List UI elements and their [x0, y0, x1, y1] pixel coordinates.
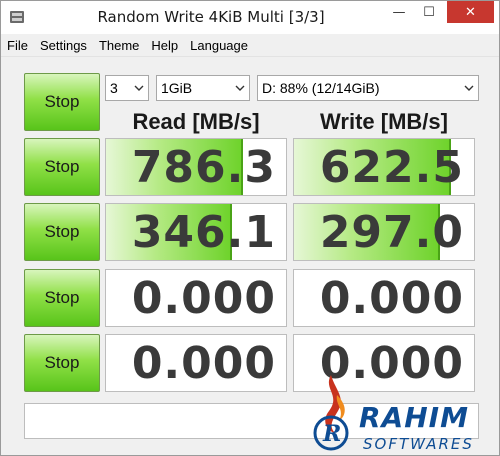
read-result-value: 0.000: [131, 273, 276, 324]
read-result-value: 0.000: [131, 338, 276, 389]
test-size-select[interactable]: 1GiB: [156, 75, 250, 101]
read-result-cell: 786.3: [105, 138, 287, 196]
write-result-cell: 622.5: [293, 138, 475, 196]
menu-file[interactable]: File: [7, 38, 28, 53]
maximize-button[interactable]: ☐: [414, 1, 444, 23]
write-result-value: 622.5: [319, 142, 464, 193]
menu-bar: File Settings Theme Help Language: [1, 35, 499, 57]
read-result-cell: 0.000: [105, 269, 287, 327]
stop-all-button[interactable]: Stop: [24, 73, 100, 131]
stop-button-seq128k[interactable]: Stop: [24, 203, 100, 261]
menu-settings[interactable]: Settings: [40, 38, 87, 53]
menu-theme[interactable]: Theme: [99, 38, 139, 53]
chevron-down-icon: [464, 85, 474, 91]
stop-button-rnd4k-q32[interactable]: Stop: [24, 269, 100, 327]
menu-help[interactable]: Help: [151, 38, 178, 53]
flame-r-icon: R: [313, 375, 349, 451]
stop-button-seq1m[interactable]: Stop: [24, 138, 100, 196]
chevron-down-icon: [134, 85, 144, 91]
drive-select[interactable]: D: 88% (12/14GiB): [257, 75, 479, 101]
menu-language[interactable]: Language: [190, 38, 248, 53]
stop-button-rnd4k[interactable]: Stop: [24, 334, 100, 392]
watermark-title: RAHIM: [359, 401, 469, 434]
window-title: Random Write 4KiB Multi [3/3]: [97, 8, 325, 26]
test-size-value: 1GiB: [161, 80, 193, 96]
read-result-value: 786.3: [131, 142, 276, 193]
read-column-header: Read [MB/s]: [132, 109, 260, 134]
read-result-cell: 346.1: [105, 203, 287, 261]
read-result-value: 346.1: [131, 207, 276, 258]
minimize-button[interactable]: —: [384, 1, 414, 23]
drive-value: D: 88% (12/14GiB): [262, 80, 380, 96]
svg-text:R: R: [322, 421, 341, 447]
close-button[interactable]: ✕: [447, 1, 494, 23]
chevron-down-icon: [235, 85, 245, 91]
watermark-logo: R RAHIM SOFTWARES: [301, 365, 500, 456]
write-column-header: Write [MB/s]: [320, 109, 448, 134]
write-result-cell: 0.000: [293, 269, 475, 327]
watermark-subtitle: SOFTWARES: [363, 435, 474, 453]
write-result-value: 297.0: [319, 207, 464, 258]
write-result-cell: 297.0: [293, 203, 475, 261]
test-count-select[interactable]: 3: [105, 75, 149, 101]
test-count-value: 3: [110, 80, 118, 96]
title-bar[interactable]: Random Write 4KiB Multi [3/3] — ☐ ✕: [1, 1, 499, 34]
app-window: Random Write 4KiB Multi [3/3] — ☐ ✕ File…: [0, 0, 500, 456]
write-result-value: 0.000: [319, 273, 464, 324]
read-result-cell: 0.000: [105, 334, 287, 392]
